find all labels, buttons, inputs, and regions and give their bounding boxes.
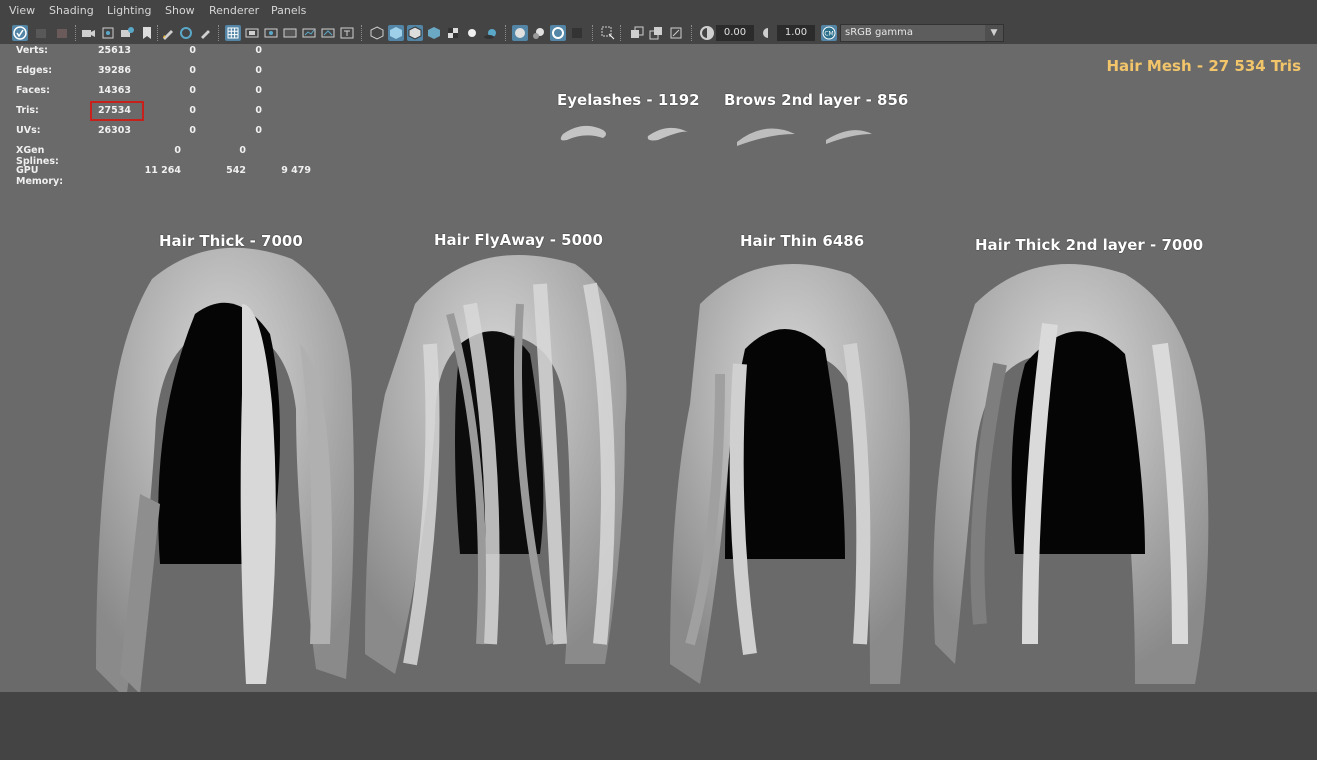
hair-thick-2nd-layer-model — [933, 264, 1209, 684]
hair-thick-model — [96, 247, 354, 692]
xray-joints-icon[interactable] — [648, 25, 664, 41]
hud-uvs-sel: 0 — [189, 125, 196, 136]
hud-verts-label: Verts: — [16, 45, 48, 56]
hud-edges-extra: 0 — [255, 65, 262, 76]
brush-icon[interactable] — [197, 25, 213, 41]
textured-icon[interactable] — [445, 25, 461, 41]
hair-thin-label: Hair Thin 6486 — [740, 232, 865, 250]
bookmark-icon[interactable] — [54, 25, 70, 41]
hud-edges-value: 39286 — [97, 65, 131, 76]
snap-icon[interactable] — [178, 25, 194, 41]
3d-viewport[interactable]: Eyelashes - 1192 Brows 2nd layer - 856 H… — [0, 44, 1317, 692]
field-chart-icon[interactable] — [301, 25, 317, 41]
menu-renderer[interactable]: Renderer — [209, 4, 259, 17]
depth-of-field-icon[interactable] — [569, 25, 585, 41]
hud-gpu-sel: 542 — [226, 165, 246, 176]
default-material-icon[interactable] — [426, 25, 442, 41]
hud-xgen-label: XGen Splines: — [16, 145, 59, 167]
hud-gpu-label: GPU Memory: — [16, 165, 63, 187]
viewport-menu-bar: View Shading Lighting Show Renderer Pane… — [0, 0, 1317, 22]
menu-lighting[interactable]: Lighting — [107, 4, 151, 17]
lights-icon[interactable] — [464, 25, 480, 41]
pencil-icon[interactable] — [160, 25, 176, 41]
film-gate-icon[interactable] — [244, 25, 260, 41]
gamma-icon[interactable] — [760, 25, 776, 41]
hud-edges-sel: 0 — [189, 65, 196, 76]
hud-verts-extra: 0 — [255, 45, 262, 56]
menu-shading[interactable]: Shading — [49, 4, 94, 17]
hud-gpu-value: 11 264 — [144, 165, 181, 176]
hair-flyaway-model — [365, 255, 627, 674]
hud-faces-sel: 0 — [189, 85, 196, 96]
2d-pan-zoom-icon[interactable] — [119, 25, 135, 41]
hair-mesh-title: Hair Mesh - 27 534 Tris — [1106, 57, 1302, 75]
resolution-gate-icon[interactable] — [263, 25, 279, 41]
hud-uvs-value: 26303 — [97, 125, 131, 136]
eyelashes-label: Eyelashes - 1192 — [557, 91, 700, 109]
hud-xgen-sel: 0 — [239, 145, 246, 156]
hair-thin-model — [670, 264, 910, 684]
color-space-dropdown[interactable]: sRGB gamma ▼ — [840, 24, 1004, 42]
safe-action-icon[interactable] — [320, 25, 336, 41]
hud-verts-value: 25613 — [97, 45, 131, 56]
gamma-field[interactable]: 1.00 — [777, 25, 815, 41]
hud-uvs-label: UVs: — [16, 125, 41, 136]
select-camera-icon[interactable] — [12, 25, 28, 41]
viewport-toolbar: 0.00 1.00 CM sRGB gamma ▼ — [0, 22, 1317, 44]
hud-edges-label: Edges: — [16, 65, 52, 76]
menu-view[interactable]: View — [9, 4, 35, 17]
hair-thick-2nd-label: Hair Thick 2nd layer - 7000 — [975, 236, 1204, 254]
menu-show[interactable]: Show — [165, 4, 195, 17]
shadows-icon[interactable] — [483, 25, 499, 41]
xray-components-icon[interactable] — [668, 25, 684, 41]
screen-space-ao-icon[interactable] — [512, 25, 528, 41]
hud-xgen-value: 0 — [174, 145, 181, 156]
hud-tris-label: Tris: — [16, 105, 39, 116]
tris-highlight-box — [90, 101, 144, 121]
hud-tris-extra: 0 — [255, 105, 262, 116]
hair-flyaway-label: Hair FlyAway - 5000 — [434, 231, 603, 249]
brows-label: Brows 2nd layer - 856 — [724, 91, 909, 109]
bottom-panel — [0, 692, 1317, 760]
grease-pencil-icon[interactable] — [139, 25, 155, 41]
hud-gpu-extra: 9 479 — [281, 165, 311, 176]
isolate-select-icon[interactable] — [600, 25, 616, 41]
hair-thick-label: Hair Thick - 7000 — [159, 232, 303, 250]
smooth-shade-icon[interactable] — [388, 25, 404, 41]
shade-wireframe-icon[interactable] — [407, 25, 423, 41]
hud-faces-value: 14363 — [97, 85, 131, 96]
color-space-value: sRGB gamma — [845, 27, 914, 38]
hud-faces-label: Faces: — [16, 85, 50, 96]
color-management-icon[interactable]: CM — [821, 25, 837, 41]
exposure-icon[interactable] — [699, 25, 715, 41]
anti-aliasing-icon[interactable] — [550, 25, 566, 41]
svg-text:CM: CM — [824, 31, 833, 38]
hud-faces-extra: 0 — [255, 85, 262, 96]
motion-blur-icon[interactable] — [531, 25, 547, 41]
chevron-down-icon[interactable]: ▼ — [985, 25, 1003, 41]
menu-panels[interactable]: Panels — [271, 4, 306, 17]
grid-icon[interactable] — [225, 25, 241, 41]
safe-title-icon[interactable] — [339, 25, 355, 41]
xray-icon[interactable] — [629, 25, 645, 41]
hud-tris-sel: 0 — [189, 105, 196, 116]
exposure-field[interactable]: 0.00 — [716, 25, 754, 41]
eyelashes-model — [560, 125, 872, 146]
image-plane-icon[interactable] — [100, 25, 116, 41]
hud-verts-sel: 0 — [189, 45, 196, 56]
hud-uvs-extra: 0 — [255, 125, 262, 136]
lock-camera-icon[interactable] — [33, 25, 49, 41]
scene-render — [96, 125, 1209, 692]
gate-mask-icon[interactable] — [282, 25, 298, 41]
camera-attributes-icon[interactable] — [80, 25, 96, 41]
wireframe-icon[interactable] — [369, 25, 385, 41]
